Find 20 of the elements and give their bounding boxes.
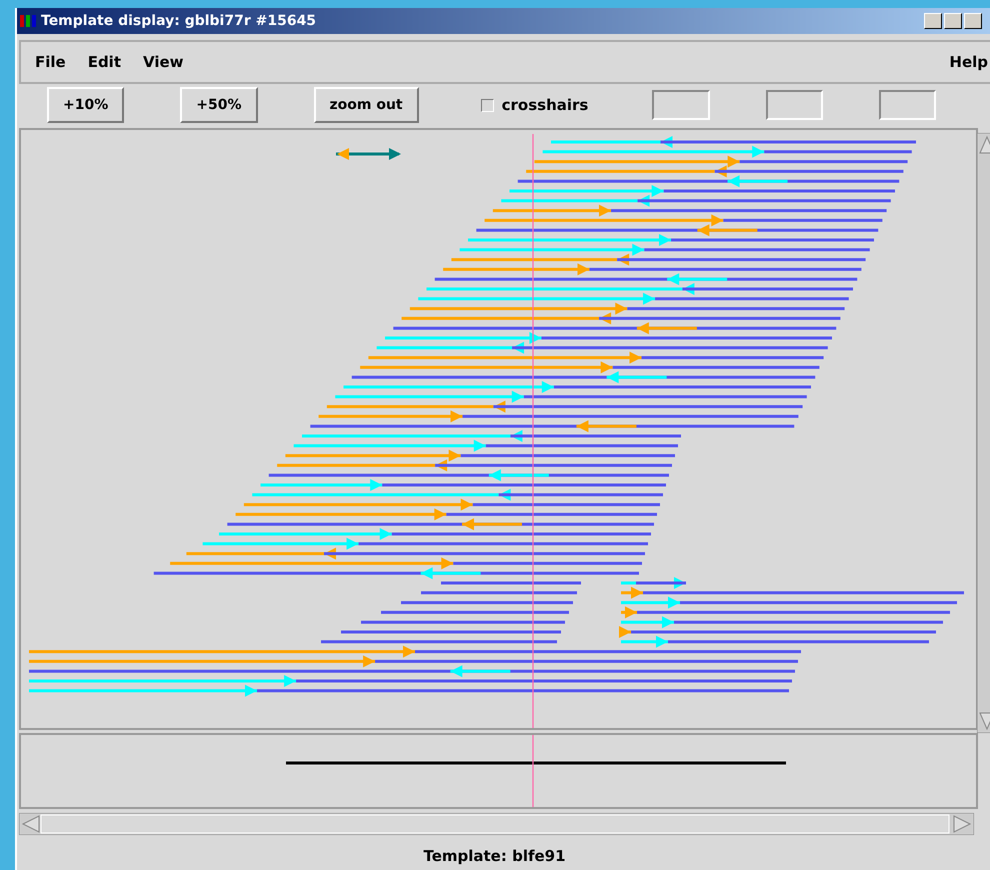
checkbox[interactable] bbox=[480, 98, 494, 112]
input-field[interactable] bbox=[652, 90, 710, 120]
menu-item[interactable]: Edit bbox=[88, 51, 121, 73]
toolbar-button[interactable]: +10% bbox=[47, 87, 124, 123]
toolbar-button[interactable]: +50% bbox=[180, 87, 258, 123]
menu-item[interactable]: File bbox=[35, 51, 66, 73]
app-icon bbox=[19, 13, 37, 29]
window-title: Template display: gblbi77r #15645 bbox=[41, 13, 318, 29]
close-button[interactable] bbox=[964, 13, 982, 29]
input-field[interactable] bbox=[766, 90, 823, 120]
minimize-button[interactable] bbox=[924, 13, 942, 29]
menu-item[interactable]: View bbox=[143, 51, 184, 73]
toolbar-button[interactable]: zoom out bbox=[314, 87, 419, 123]
status-text: Template: blfe91 bbox=[422, 847, 567, 865]
checkbox-label: crosshairs bbox=[502, 96, 588, 114]
maximize-button[interactable] bbox=[944, 13, 962, 29]
menu-item[interactable]: Help bbox=[949, 51, 988, 73]
horizontal-scrollbar[interactable] bbox=[19, 813, 974, 835]
position-marker bbox=[532, 735, 534, 807]
input-field[interactable] bbox=[878, 90, 936, 120]
